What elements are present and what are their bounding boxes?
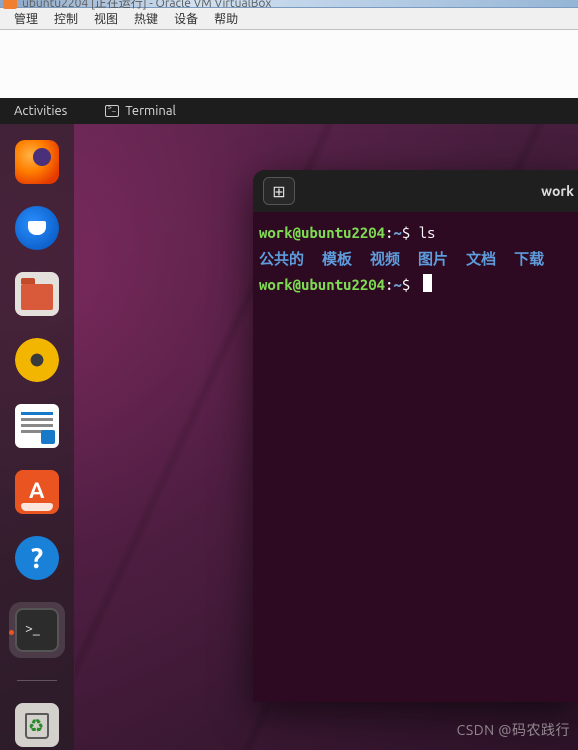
menu-hotkeys[interactable]: 热键 — [126, 10, 166, 27]
new-tab-button[interactable]: ⊞ — [263, 177, 295, 205]
new-tab-icon: ⊞ — [272, 182, 285, 201]
watermark-text: CSDN @码农践行 — [457, 720, 570, 740]
terminal-title: work — [541, 183, 574, 199]
menu-devices[interactable]: 设备 — [166, 10, 206, 27]
ls-output: 公共的 模板 视频 图片 文档 下载 — [259, 246, 572, 272]
terminal-body[interactable]: work@ubuntu2204:~$ ls 公共的 模板 视频 图片 文档 下载 work… — [253, 212, 578, 702]
prompt-sigil: $ — [402, 224, 410, 241]
dir-item: 文档 — [466, 250, 496, 267]
prompt-sigil: $ — [402, 276, 410, 293]
dock-terminal-icon[interactable] — [15, 608, 59, 652]
menu-view[interactable]: 视图 — [86, 10, 126, 27]
vm-titlebar: ubuntu2204 [正在运行] - Oracle VM VirtualBox — [0, 0, 578, 8]
vm-window-title: ubuntu2204 [正在运行] - Oracle VM VirtualBox — [22, 0, 271, 11]
dock-software-icon[interactable] — [15, 470, 59, 514]
dock-rhythmbox-icon[interactable] — [15, 338, 59, 382]
vm-menubar: 管理 控制 视图 热键 设备 帮助 — [0, 8, 578, 30]
active-app-name: Terminal — [125, 104, 176, 118]
ubuntu-desktop: Activities Terminal ⊞ work — [0, 98, 578, 750]
terminal-line-2: work@ubuntu2204:~$ — [259, 272, 572, 298]
dir-item: 下载 — [514, 250, 544, 267]
terminal-line-1: work@ubuntu2204:~$ ls — [259, 220, 572, 246]
terminal-headerbar[interactable]: ⊞ work — [253, 170, 578, 212]
dock-files-icon[interactable] — [15, 272, 59, 316]
gnome-topbar: Activities Terminal — [0, 98, 578, 124]
dir-item: 模板 — [322, 250, 352, 267]
vm-content-gap — [0, 30, 578, 98]
menu-manage[interactable]: 管理 — [6, 10, 46, 27]
dock-help-icon[interactable] — [15, 536, 59, 580]
dir-item: 图片 — [418, 250, 448, 267]
prompt-path: ~ — [393, 224, 401, 241]
prompt-user-host: work@ubuntu2204 — [259, 224, 385, 241]
dock-separator — [17, 680, 57, 681]
prompt-path: ~ — [393, 276, 401, 293]
cursor-icon — [423, 274, 432, 292]
activities-button[interactable]: Activities — [0, 104, 81, 118]
ubuntu-dock — [0, 124, 74, 750]
running-indicator-icon — [9, 630, 14, 635]
dir-item: 公共的 — [259, 250, 304, 267]
dock-terminal-active-wrap — [9, 602, 65, 658]
dock-firefox-icon[interactable] — [15, 140, 59, 184]
dir-item: 视频 — [370, 250, 400, 267]
menu-control[interactable]: 控制 — [46, 10, 86, 27]
dock-thunderbird-icon[interactable] — [15, 206, 59, 250]
prompt-user-host: work@ubuntu2204 — [259, 276, 385, 293]
command-text: ls — [419, 224, 436, 241]
terminal-icon — [105, 105, 119, 117]
dock-libreoffice-writer-icon[interactable] — [15, 404, 59, 448]
terminal-window: ⊞ work work@ubuntu2204:~$ ls 公共的 模板 视频 图片 文档… — [253, 170, 578, 702]
dock-trash-icon[interactable] — [15, 703, 59, 747]
menu-help[interactable]: 帮助 — [206, 10, 246, 27]
virtualbox-icon — [3, 0, 17, 9]
active-app-indicator[interactable]: Terminal — [95, 104, 186, 118]
